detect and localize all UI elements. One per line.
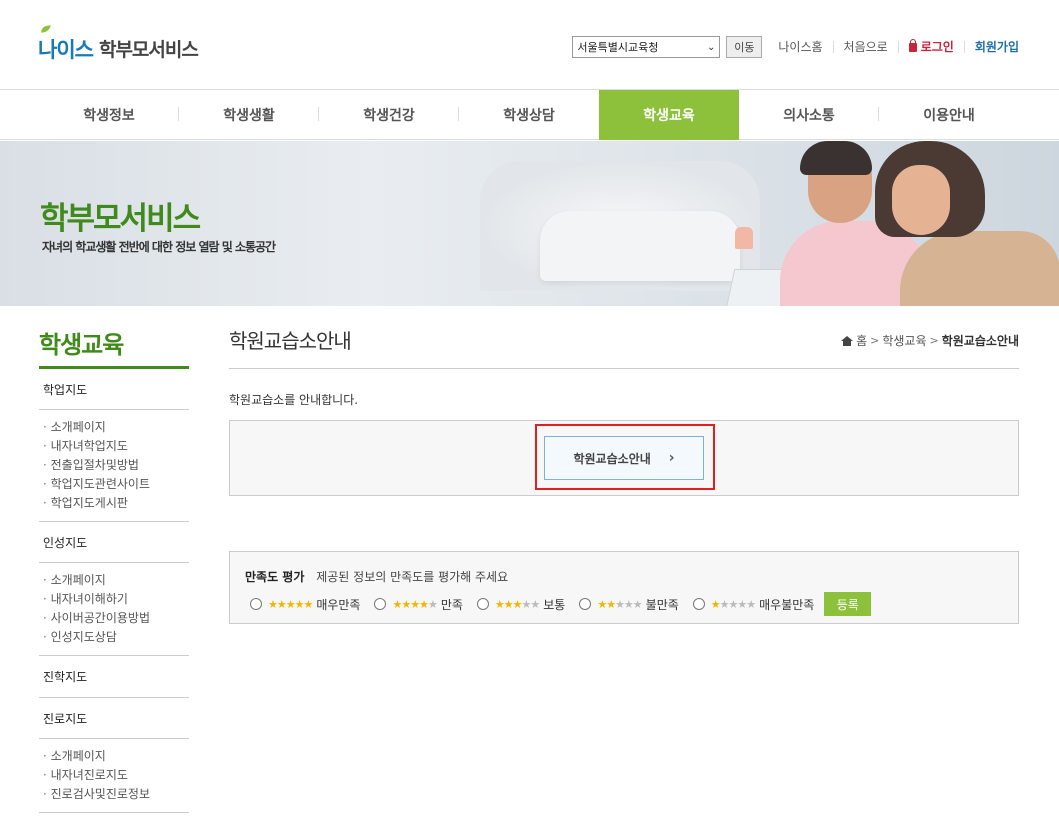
rating-label: 보통 <box>543 597 566 612</box>
home-icon <box>841 335 854 346</box>
logo-service-text: 학부모서비스 <box>98 39 199 61</box>
gnb-item-guide[interactable]: 이용안내 <box>879 90 1019 140</box>
breadcrumb-current: 학원교습소안내 <box>941 334 1019 348</box>
lnb-subitem[interactable]: 전출입절차및방법 <box>43 456 189 475</box>
chevron-right-icon: > <box>929 334 939 347</box>
rating-option-very-dissatisfied[interactable]: ★★★★★ 매우불만족 <box>692 596 815 613</box>
logo-neis-text: 나이스 <box>38 38 94 62</box>
site-logo[interactable]: 나이스 학부모서비스 <box>38 22 199 62</box>
survey-options: ★★★★★ 매우만족 ★★★★★ 만족 ★★★★★ 보통 ★★★★★ 불만족 ★… <box>250 592 872 616</box>
five-star-icon: ★★★★★ <box>268 597 313 611</box>
global-nav: 학생정보 학생생활 학생건강 학생상담 학생교육 의사소통 이용안내 <box>0 90 1059 140</box>
lnb-subitem[interactable]: 진로검사및진로정보 <box>43 785 189 804</box>
chevron-right-icon: › <box>668 450 675 466</box>
lnb-item-advancement[interactable]: 진학지도 <box>39 656 189 697</box>
rating-label: 만족 <box>440 597 463 612</box>
lnb-group-career: 진로지도 소개페이지 내자녀진로지도 진로검사및진로정보 <box>39 698 189 813</box>
academy-info-button-label: 학원교습소안내 <box>573 451 651 466</box>
four-star-icon: ★★★★★ <box>392 597 437 611</box>
lnb-subitem[interactable]: 소개페이지 <box>43 571 189 590</box>
satisfaction-survey: 만족도 평가 제공된 정보의 만족도를 평가해 주세요 ★★★★★ 매우만족 ★… <box>229 551 1019 624</box>
gnb-item-student-info[interactable]: 학생정보 <box>39 90 179 140</box>
gnb-item-student-counsel[interactable]: 학생상담 <box>459 90 599 140</box>
radio-button[interactable] <box>476 598 489 610</box>
utility-bar: 서울특별시교육청 ⌄ 이동 나이스홈 처음으로 로그인 회원가입 <box>572 36 1019 58</box>
education-office-select-value: 서울특별시교육청 <box>577 41 659 54</box>
breadcrumb-home[interactable]: 홈 <box>856 332 867 349</box>
submit-rating-button[interactable]: 등록 <box>824 592 872 616</box>
lnb-subitem[interactable]: 사이버공간이용방법 <box>43 609 189 628</box>
lnb-item-academic[interactable]: 학업지도 <box>39 369 189 410</box>
radio-button[interactable] <box>374 598 387 610</box>
intro-text: 학원교습소를 안내합니다. <box>229 393 359 407</box>
header: 나이스 학부모서비스 서울특별시교육청 ⌄ 이동 나이스홈 처음으로 로그인 회… <box>0 0 1059 90</box>
lnb-subitem[interactable]: 내자녀진로지도 <box>43 766 189 785</box>
gnb-item-student-health[interactable]: 학생건강 <box>319 90 459 140</box>
chevron-down-icon: ⌄ <box>706 41 716 53</box>
gnb-item-communication[interactable]: 의사소통 <box>739 90 879 140</box>
academy-info-button[interactable]: 학원교습소안내 › <box>544 436 704 480</box>
main-content: 학원교습소안내 홈 > 학생교육 > 학원교습소안내 학원교습소를 안내합니다.… <box>229 325 1019 624</box>
lnb-item-character[interactable]: 인성지도 <box>39 522 189 563</box>
rating-label: 매우불만족 <box>759 597 815 612</box>
banner-title: 학부모서비스 <box>40 201 201 237</box>
lnb-item-career[interactable]: 진로지도 <box>39 698 189 739</box>
gnb-item-student-life[interactable]: 학생생활 <box>179 90 319 140</box>
banner: 학부모서비스 자녀의 학교생활 전반에 대한 정보 열람 및 소통공간 <box>0 141 1059 306</box>
lnb-subitem[interactable]: 학업지도관련사이트 <box>43 475 189 494</box>
one-star-icon: ★★★★★ <box>710 597 756 611</box>
lnb-group-character: 인성지도 소개페이지 내자녀이해하기 사이버공간이용방법 인성지도상담 <box>39 522 189 656</box>
join-link[interactable]: 회원가입 <box>963 41 1019 53</box>
lnb-subitem[interactable]: 내자녀학업지도 <box>43 437 189 456</box>
radio-button[interactable] <box>250 598 262 610</box>
lock-icon <box>908 38 917 52</box>
lnb-subitem[interactable]: 학업지도게시판 <box>43 494 189 513</box>
go-button[interactable]: 이동 <box>726 36 763 58</box>
three-star-icon: ★★★★★ <box>494 597 540 611</box>
rating-option-dissatisfied[interactable]: ★★★★★ 불만족 <box>579 596 679 613</box>
login-link[interactable]: 로그인 <box>897 38 964 54</box>
rating-option-satisfied[interactable]: ★★★★★ 만족 <box>374 596 463 613</box>
lnb-subitem[interactable]: 소개페이지 <box>43 747 189 766</box>
leaf-icon <box>41 25 51 33</box>
lnb-subitem[interactable]: 인성지도상담 <box>43 628 189 647</box>
first-page-link[interactable]: 처음으로 <box>832 41 898 53</box>
lnb-subitem[interactable]: 소개페이지 <box>43 418 189 437</box>
rating-option-neutral[interactable]: ★★★★★ 보통 <box>476 596 566 613</box>
rating-label: 불만족 <box>645 597 679 612</box>
breadcrumb: 홈 > 학생교육 > 학원교습소안내 <box>841 332 1019 349</box>
rating-label: 매우만족 <box>316 597 361 612</box>
two-star-icon: ★★★★★ <box>597 597 642 611</box>
survey-header: 만족도 평가 제공된 정보의 만족도를 평가해 주세요 <box>245 568 508 585</box>
left-nav: 학생교육 학업지도 소개페이지 내자녀학업지도 전출입절차및방법 학업지도관련사… <box>39 325 189 813</box>
service-link-box: 학원교습소안내 › <box>229 420 1019 496</box>
lnb-group-academic: 학업지도 소개페이지 내자녀학업지도 전출입절차및방법 학업지도관련사이트 학업… <box>39 369 189 522</box>
lnb-group-advancement: 진학지도 <box>39 656 189 698</box>
survey-description: 제공된 정보의 만족도를 평가해 주세요 <box>316 570 509 584</box>
banner-subtitle: 자녀의 학교생활 전반에 대한 정보 열람 및 소통공간 <box>42 240 276 254</box>
radio-button[interactable] <box>579 598 592 610</box>
chevron-right-icon: > <box>870 334 880 347</box>
neis-home-link[interactable]: 나이스홈 <box>768 41 832 53</box>
lnb-subitem[interactable]: 내자녀이해하기 <box>43 590 189 609</box>
left-nav-title: 학생교육 <box>39 325 189 369</box>
breadcrumb-section[interactable]: 학생교육 <box>882 332 926 349</box>
radio-button[interactable] <box>692 598 705 610</box>
education-office-select[interactable]: 서울특별시교육청 ⌄ <box>572 36 721 58</box>
rating-option-very-satisfied[interactable]: ★★★★★ 매우만족 <box>250 596 360 613</box>
login-label: 로그인 <box>920 40 954 54</box>
gnb-item-student-education[interactable]: 학생교육 <box>599 90 739 140</box>
survey-title: 만족도 평가 <box>245 570 305 584</box>
